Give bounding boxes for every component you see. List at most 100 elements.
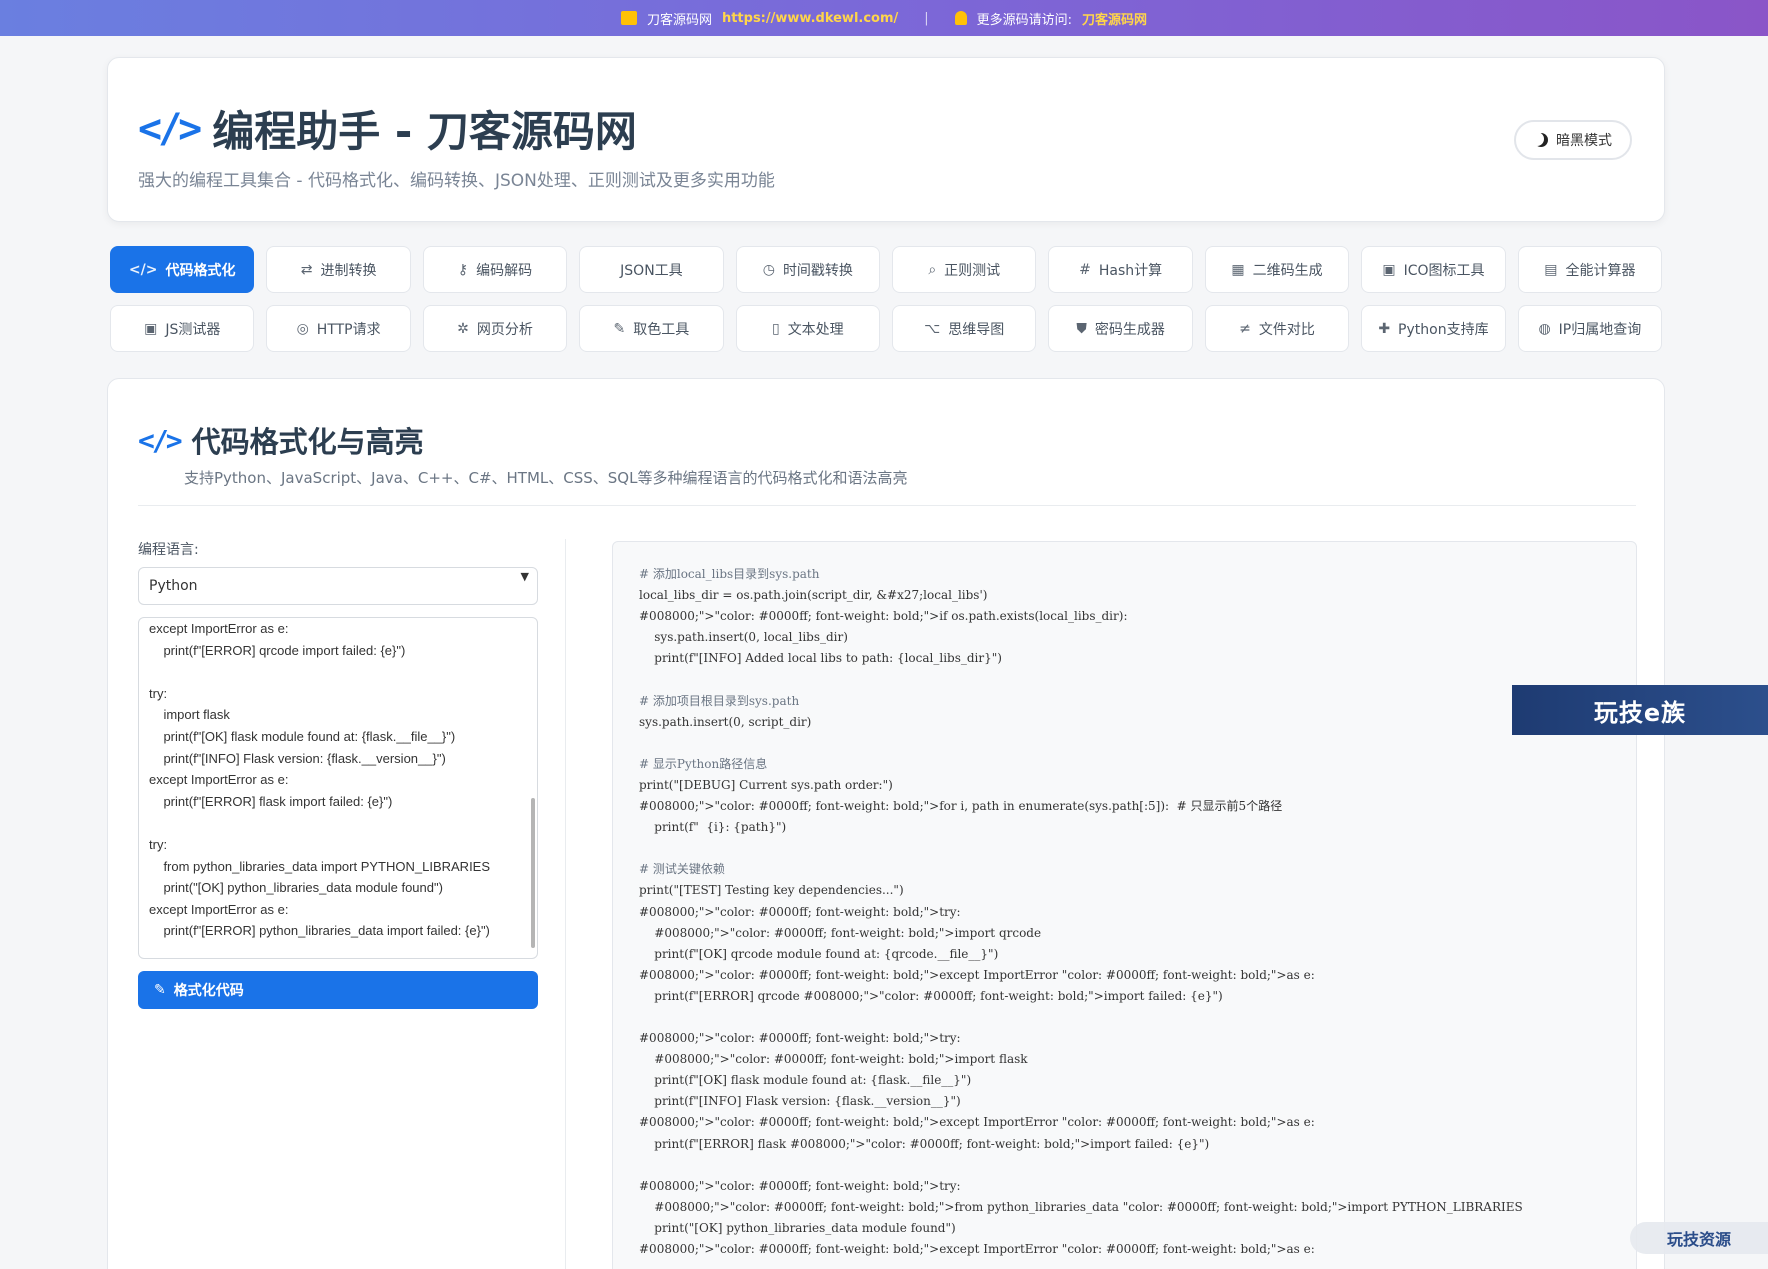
- dark-mode-button[interactable]: 暗黑模式: [1514, 120, 1632, 160]
- tab-icon: ▯: [771, 320, 780, 337]
- tab-icon: ▦: [1231, 261, 1245, 278]
- tab-r2-6[interactable]: ⛊ 密码生成器: [1048, 305, 1193, 352]
- tool-tabs: </> 代码格式化 ⇄ 进制转换 ⚷ 编码解码 JSON工具 ◷ 时间戳转换 ⌕ 正则测试 # Hash…: [110, 246, 1663, 364]
- site-name: 刀客源码网: [646, 12, 712, 28]
- tab-icon: ▤: [1544, 261, 1558, 278]
- tab-label: 文件对比: [1258, 321, 1315, 338]
- watermark-corner: 玩技资源: [1630, 1222, 1768, 1254]
- tab-icon: ◎: [296, 320, 309, 337]
- code-line: #008000;">"color: #0000ff; font-weight: …: [639, 1242, 1315, 1256]
- tab-icon: ✚: [1378, 320, 1391, 337]
- section-description: 支持Python、JavaScript、Java、C++、C#、HTML、CSS…: [184, 469, 908, 487]
- code-line: print(f"[OK] flask module found at: {fla…: [639, 1073, 972, 1088]
- tab-r2-8[interactable]: ✚ Python支持库: [1361, 305, 1506, 352]
- code-line: print(f"[ERROR] qrcode import failed: {e…: [149, 642, 406, 658]
- tab-r1-2[interactable]: ⚷ 编码解码: [422, 246, 568, 293]
- tab-label: 时间戳转换: [782, 262, 853, 279]
- code-line: import flask: [149, 707, 230, 723]
- code-icon: </>: [138, 423, 183, 457]
- tab-label: HTTP请求: [316, 321, 381, 338]
- tab-label: 密码生成器: [1094, 321, 1165, 338]
- tab-icon: ▣: [1382, 261, 1396, 278]
- tab-r2-4[interactable]: ▯ 文本处理: [735, 305, 881, 352]
- format-code-button[interactable]: ✎ 格式化代码: [138, 971, 538, 1009]
- code-line: print(f"[ERROR] qrcode #008000;">"color:…: [639, 988, 1223, 1003]
- tab-r1-7[interactable]: ▦ 二维码生成: [1204, 246, 1350, 293]
- divider: [138, 505, 1636, 506]
- language-label: 编程语言:: [138, 542, 199, 558]
- code-input-textarea[interactable]: except ImportError as e: print(f"[ERROR]…: [138, 617, 538, 959]
- tab-r1-0[interactable]: </> 代码格式化: [110, 246, 255, 293]
- tab-r2-3[interactable]: ✎ 取色工具: [579, 305, 724, 352]
- tab-label: 取色工具: [633, 321, 690, 338]
- code-line: print("[TEST] Testing key dependencies..…: [639, 883, 904, 898]
- code-line: print(f"[INFO] Added local libs to path:…: [639, 651, 1002, 666]
- tab-r1-3[interactable]: JSON工具: [579, 246, 724, 293]
- code-line: print("[OK] python_libraries_data module…: [149, 880, 443, 896]
- code-line: local_libs_dir = os.path.join(script_dir…: [639, 588, 988, 603]
- pencil-icon: ✎: [154, 982, 166, 998]
- code-line: print(f"[INFO] Flask version: {flask.__v…: [149, 750, 446, 766]
- code-line: print(f"[ERROR] flask import failed: {e}…: [149, 793, 393, 809]
- formatted-output: # 添加local_libs目录到sys.path local_libs_dir …: [612, 541, 1637, 1269]
- input-column: 编程语言: Python ▼ except ImportError as e: …: [138, 539, 538, 1009]
- code-line: #008000;">"color: #0000ff; font-weight: …: [639, 904, 961, 919]
- moon-icon: [1534, 133, 1548, 147]
- code-line: sys.path.insert(0, script_dir): [639, 714, 812, 729]
- tab-label: 代码格式化: [165, 262, 236, 279]
- language-select[interactable]: Python ▼: [138, 567, 538, 605]
- code-line: #008000;">"color: #0000ff; font-weight: …: [639, 967, 1315, 982]
- code-line: print("[OK] python_libraries_data module…: [639, 1220, 956, 1235]
- code-line: print(f" {i}: {path}"): [639, 820, 787, 835]
- tab-label: 网页分析: [476, 321, 533, 338]
- language-value: Python: [149, 578, 198, 594]
- code-line: #008000;">"color: #0000ff; font-weight: …: [639, 799, 1283, 814]
- tab-r2-2[interactable]: ✲ 网页分析: [422, 305, 568, 352]
- code-icon: </>: [138, 105, 202, 152]
- code-line: #008000;">"color: #0000ff; font-weight: …: [639, 1178, 961, 1193]
- tab-label: JSON工具: [620, 262, 683, 279]
- tab-r1-1[interactable]: ⇄ 进制转换: [266, 246, 411, 293]
- code-line: except ImportError as e:: [149, 621, 289, 636]
- code-line: try:: [149, 836, 168, 852]
- section-title: 代码格式化与高亮: [191, 425, 424, 459]
- code-line: # 显示Python路径信息: [639, 756, 768, 771]
- tab-r2-5[interactable]: ⌥ 思维导图: [892, 305, 1037, 352]
- tab-icon: ✲: [457, 320, 469, 337]
- tab-r1-5[interactable]: ⌕ 正则测试: [892, 246, 1037, 293]
- tab-label: 二维码生成: [1252, 262, 1323, 279]
- more-link[interactable]: 刀客源码网: [1082, 9, 1147, 28]
- tab-label: ICO图标工具: [1403, 262, 1485, 279]
- code-line: print(f"[ERROR] python_libraries_data im…: [149, 923, 490, 939]
- tab-label: Python支持库: [1398, 321, 1489, 338]
- tab-icon: #: [1079, 261, 1091, 278]
- tab-r1-8[interactable]: ▣ ICO图标工具: [1361, 246, 1506, 293]
- code-line: # 添加local_libs目录到sys.path: [639, 567, 820, 581]
- code-input-text: except ImportError as e: print(f"[ERROR]…: [149, 618, 527, 942]
- tab-icon: ⌥: [924, 320, 941, 337]
- tab-icon: ✎: [613, 320, 626, 337]
- tab-r2-1[interactable]: ◎ HTTP请求: [266, 305, 411, 352]
- site-url-link[interactable]: https://www.dkewl.com/: [722, 11, 898, 26]
- tab-label: 全能计算器: [1565, 262, 1636, 279]
- tab-label: 文本处理: [787, 321, 844, 338]
- code-line: #008000;">"color: #0000ff; font-weight: …: [639, 1199, 1523, 1214]
- code-line: print(f"[OK] qrcode module found at: {qr…: [639, 946, 999, 961]
- formatted-output-text: # 添加local_libs目录到sys.path local_libs_dir …: [639, 564, 1610, 1260]
- tab-icon: </>: [128, 261, 158, 278]
- tab-r1-4[interactable]: ◷ 时间戳转换: [735, 246, 881, 293]
- code-line: print(f"[OK] flask module found at: {fla…: [149, 728, 456, 744]
- tab-r2-0[interactable]: ▣ JS测试器: [110, 305, 255, 352]
- tab-r1-9[interactable]: ▤ 全能计算器: [1517, 246, 1663, 293]
- tab-r2-7[interactable]: ≠ 文件对比: [1204, 305, 1350, 352]
- tab-r2-9[interactable]: ◍ IP归属地查询: [1517, 305, 1663, 352]
- code-line: #008000;">"color: #0000ff; font-weight: …: [639, 1031, 961, 1046]
- tab-label: 编码解码: [476, 262, 533, 279]
- tab-icon: ⌕: [928, 261, 937, 278]
- tab-r1-6[interactable]: # Hash计算: [1048, 246, 1193, 293]
- scrollbar[interactable]: [531, 798, 535, 948]
- code-line: # 添加项目根目录到sys.path: [639, 693, 800, 708]
